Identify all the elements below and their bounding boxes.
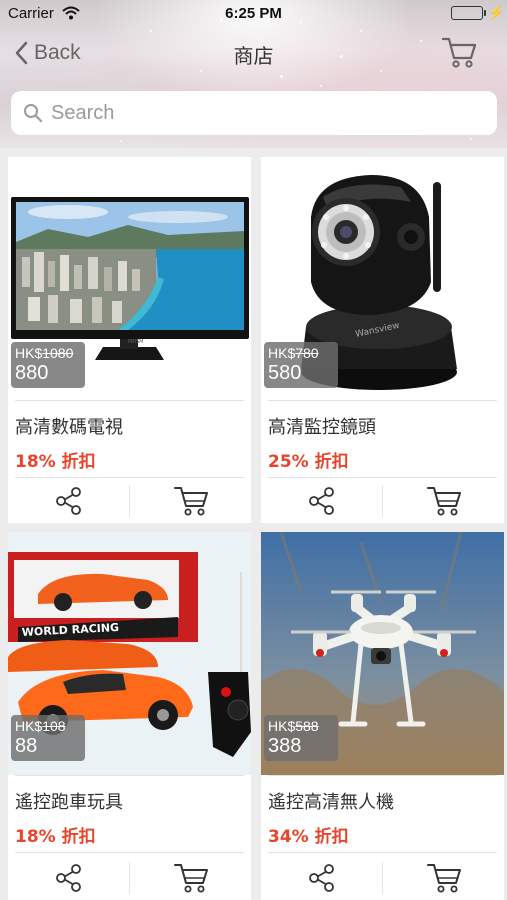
share-icon: [55, 864, 81, 892]
page-title: 商店: [233, 44, 274, 68]
add-to-cart-button[interactable]: [130, 479, 251, 523]
sale-price: 880: [15, 362, 49, 384]
price-tag: HK$780 580: [264, 342, 338, 388]
share-button[interactable]: [8, 479, 129, 523]
search-icon: [24, 104, 43, 123]
share-icon: [308, 864, 334, 892]
add-to-cart-button[interactable]: [130, 856, 251, 900]
clock: 6:25 PM: [225, 5, 282, 22]
cart-button[interactable]: [441, 36, 477, 70]
divider: [15, 852, 244, 853]
card-actions: [8, 479, 251, 523]
cart-icon: [173, 487, 208, 516]
share-button[interactable]: [8, 856, 129, 900]
product-card[interactable]: Wansview HK$780 580 高清監控鏡頭 25% 折扣: [261, 157, 504, 523]
cart-icon: [173, 864, 208, 893]
share-icon: [308, 487, 334, 515]
product-name[interactable]: 高清監控鏡頭: [268, 413, 376, 439]
divider: [268, 852, 497, 853]
price-tag: HK$108 88: [11, 715, 85, 761]
discount-label: 25% 折扣: [268, 452, 349, 472]
battery-icon: ⚡: [451, 5, 504, 20]
sale-price: 88: [15, 735, 38, 757]
discount-label: 18% 折扣: [15, 827, 96, 847]
discount-label: 18% 折扣: [15, 452, 96, 472]
original-price: HK$780: [268, 345, 319, 361]
share-button[interactable]: [261, 479, 382, 523]
product-name[interactable]: 高清數碼電視: [15, 413, 123, 439]
card-actions: [8, 856, 251, 900]
divider: [15, 400, 244, 401]
card-actions: [261, 856, 504, 900]
cart-icon: [441, 37, 477, 68]
product-name[interactable]: 遙控高清無人機: [268, 788, 394, 814]
add-to-cart-button[interactable]: [383, 856, 504, 900]
sale-price: 580: [268, 362, 302, 384]
navigation-bar: Back 商店: [0, 28, 507, 80]
svg-text:PRISM: PRISM: [128, 339, 143, 345]
card-actions: [261, 479, 504, 523]
share-icon: [55, 487, 81, 515]
add-to-cart-button[interactable]: [383, 479, 504, 523]
discount-label: 34% 折扣: [268, 827, 349, 847]
original-price: HK$588: [268, 718, 319, 734]
product-card[interactable]: HK$588 388 遙控高清無人機 34% 折扣: [261, 532, 504, 900]
product-card[interactable]: WORLD RACING HK$108 88 遙控跑車玩具 18% 折扣: [8, 532, 251, 900]
divider: [268, 477, 497, 478]
sale-price: 388: [268, 735, 302, 757]
divider: [15, 477, 244, 478]
product-card[interactable]: PRISM HK$1080 880 高清數碼電視 18% 折扣: [8, 157, 251, 523]
search-bar: [11, 91, 497, 135]
original-price: HK$108: [15, 718, 66, 734]
price-tag: HK$1080 880: [11, 342, 85, 388]
divider: [15, 775, 244, 776]
share-button[interactable]: [261, 856, 382, 900]
cart-icon: [426, 864, 461, 893]
original-price: HK$1080: [15, 345, 74, 361]
search-input[interactable]: [51, 101, 471, 125]
divider: [268, 400, 497, 401]
product-name[interactable]: 遙控跑車玩具: [15, 788, 123, 814]
cart-icon: [426, 487, 461, 516]
status-bar: Carrier 6:25 PM ⚡: [0, 0, 507, 28]
price-tag: HK$588 388: [264, 715, 338, 761]
divider: [268, 775, 497, 776]
